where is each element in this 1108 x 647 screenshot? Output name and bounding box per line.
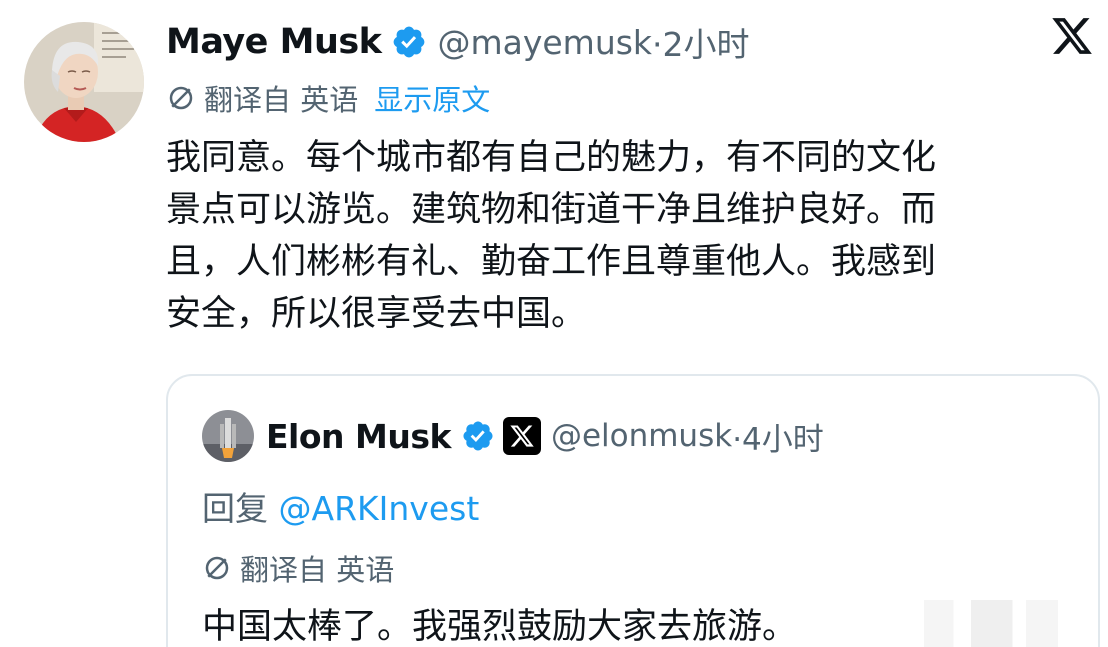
translate-icon xyxy=(202,553,232,583)
show-original-link[interactable]: 显示原文 xyxy=(374,77,490,119)
verified-badge-icon xyxy=(391,24,427,60)
x-affiliation-badge-icon[interactable] xyxy=(502,417,541,455)
reply-mention-link[interactable]: @ARKInvest xyxy=(279,489,480,528)
verified-badge-icon xyxy=(461,419,495,453)
tweet-text: 我同意。每个城市都有自己的魅力，有不同的文化 景点可以游览。建筑物和街道干净且维… xyxy=(166,132,1086,340)
tweet-text-line: 我同意。每个城市都有自己的魅力，有不同的文化 xyxy=(166,138,937,178)
tweet-text-line: 景点可以游览。建筑物和街道干净且维护良好。而 xyxy=(166,190,937,230)
tweet-header: Maye Musk @mayemusk ·2小时 xyxy=(166,14,750,70)
translate-icon xyxy=(166,83,196,113)
x-logo-icon[interactable] xyxy=(1050,14,1094,58)
tweet-text-line: 安全，所以很享受去中国。 xyxy=(166,294,587,334)
quoted-author-avatar[interactable] xyxy=(202,410,254,462)
author-name[interactable]: Maye Musk xyxy=(166,22,382,62)
author-handle[interactable]: @mayemusk xyxy=(437,23,652,62)
author-avatar[interactable] xyxy=(24,22,144,142)
quoted-author-name[interactable]: Elon Musk xyxy=(266,417,451,456)
quoted-translated-from-label: 翻译自 英语 xyxy=(240,553,395,587)
tweet-text-line: 且，人们彬彬有礼、勤奋工作且尊重他人。我感到 xyxy=(166,242,937,282)
tweet-card[interactable]: Maye Musk @mayemusk ·2小时 翻译自 英语 显示原文 我同意… xyxy=(0,0,1108,647)
translation-note: 翻译自 英语 显示原文 xyxy=(166,76,490,120)
watermark-overlay xyxy=(924,600,1058,647)
reply-prefix: 回复 xyxy=(202,489,279,528)
quoted-translation-note: 翻译自 英语 xyxy=(202,546,394,590)
quoted-tweet-header: Elon Musk @elonmusk ·4小时 xyxy=(202,408,824,464)
quoted-tweet-time[interactable]: ·4小时 xyxy=(732,414,824,459)
quoted-tweet-text: 中国太棒了。我强烈鼓励大家去旅游。 xyxy=(202,607,798,647)
quoted-author-handle[interactable]: @elonmusk xyxy=(551,418,732,454)
translated-from-label: 翻译自 英语 xyxy=(204,83,359,117)
reply-to-line: 回复 @ARKInvest xyxy=(202,482,479,530)
tweet-time[interactable]: ·2小时 xyxy=(652,18,750,66)
